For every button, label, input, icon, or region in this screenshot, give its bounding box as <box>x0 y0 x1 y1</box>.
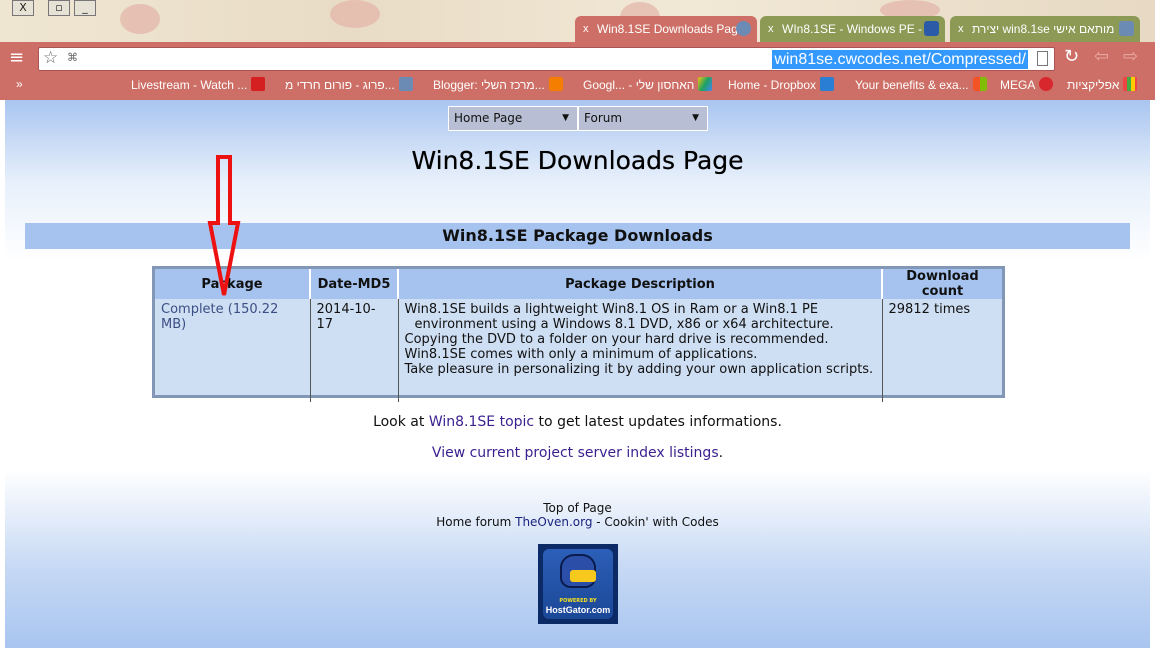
restore-window-button[interactable]: ▫ <box>48 0 70 16</box>
bookmark-label: אפליקציות <box>1067 78 1120 92</box>
description-cell: Win8.1SE builds a lightweight Win8.1 OS … <box>397 299 882 402</box>
browser-toolbar: ≡ ☆ ⌘ win81se.cwcodes.net/Compressed/ ↻ … <box>0 42 1155 100</box>
description-line: Take pleasure in personalizing it by add… <box>404 362 874 377</box>
close-window-button[interactable]: X <box>12 0 34 16</box>
column-header: Download count <box>881 269 1002 299</box>
tab-label: WIn8.1SE - Windows PE - <box>782 22 923 36</box>
nav-menu: Home Page ▼ Forum ▼ <box>448 106 708 131</box>
page-icon <box>1037 51 1048 66</box>
bookmark[interactable]: MEGA <box>1000 77 1054 92</box>
bookmark-label: פרוג - פורום חרדי מ... <box>285 78 395 92</box>
tab-label: יצירת win8.1se מותאם אישי <box>972 22 1115 36</box>
column-header: Package Description <box>397 269 882 299</box>
close-icon[interactable]: x <box>958 16 964 42</box>
globe-icon <box>736 21 751 36</box>
microsoft-icon <box>972 77 987 91</box>
blogger-icon <box>548 77 563 91</box>
back-icon[interactable]: ⇦ <box>1094 46 1109 67</box>
bookmark-label: Livestream - Watch ... <box>131 78 248 92</box>
info-post: to get latest updates informations. <box>534 414 782 430</box>
description-line: Win8.1SE comes with only a minimum of ap… <box>404 347 758 362</box>
reload-icon[interactable]: ↻ <box>1064 46 1079 67</box>
red-arrow-annotation <box>207 155 241 296</box>
description-line: Copying the DVD to a folder on your hard… <box>404 332 829 347</box>
description-line: Win8.1SE builds a lightweight Win8.1 OS … <box>404 302 819 317</box>
title-bar: X ▫ _ x Win8.1SE Downloads Page x WIn8.1SE… <box>0 0 1155 42</box>
table-header-row: Package Date-MD5 Package Description Dow… <box>155 269 1002 299</box>
home-page-dropdown[interactable]: Home Page ▼ <box>449 107 577 130</box>
bookmark-label: Blogger: מרכז השלי... <box>433 78 545 92</box>
listing-post: . <box>718 445 724 461</box>
tab-label: Win8.1SE Downloads Page <box>597 22 745 36</box>
address-bar[interactable]: ☆ ⌘ win81se.cwcodes.net/Compressed/ <box>38 47 1055 71</box>
info-text: Look at Win8.1SE topic to get latest upd… <box>5 414 1150 430</box>
hostgator-badge[interactable]: POWERED BY HostGator.com <box>538 544 618 624</box>
footer-top: Top of Page <box>5 501 1150 515</box>
bookmark[interactable]: Home - Dropbox <box>728 77 835 92</box>
tab[interactable]: x WIn8.1SE - Windows PE - <box>760 16 945 42</box>
topic-link[interactable]: Win8.1SE topic <box>429 414 534 430</box>
description-line: environment using a Windows 8.1 DVD, x86… <box>414 317 834 332</box>
listing-text: View current project server index listin… <box>5 445 1150 461</box>
close-icon[interactable]: x <box>583 16 589 42</box>
downloads-table: Package Date-MD5 Package Description Dow… <box>152 266 1005 402</box>
badge-powered: POWERED BY <box>559 598 597 604</box>
close-icon[interactable]: x <box>768 16 774 42</box>
site-icon <box>398 77 413 91</box>
theoven-link[interactable]: TheOven.org <box>515 515 592 529</box>
section-header: Win8.1SE Package Downloads <box>25 223 1130 249</box>
package-download-link[interactable]: Complete (150.22 MB) <box>161 302 278 332</box>
footer-tagline: - Cookin' with Codes <box>592 515 719 529</box>
forum-dropdown[interactable]: Forum ▼ <box>579 107 707 130</box>
badge-brand: HostGator.com <box>545 605 611 615</box>
tab[interactable]: x יצירת win8.1se מותאם אישי <box>950 16 1140 42</box>
home-forum-link[interactable]: Home forum <box>436 515 515 529</box>
table-row: Complete (150.22 MB) 2014-10-17 Win8.1SE… <box>155 299 1002 402</box>
dropbox-icon <box>820 77 835 91</box>
bookmark[interactable]: Livestream - Watch ... <box>131 77 266 92</box>
top-of-page-link[interactable]: Top of Page <box>543 501 612 515</box>
bookmark[interactable]: פרוג - פורום חרדי מ... <box>285 77 413 92</box>
mega-icon <box>1039 77 1054 91</box>
bookmark-label: MEGA <box>1000 78 1036 92</box>
date-cell: 2014-10-17 <box>309 299 398 402</box>
page-title: Win8.1SE Downloads Page <box>411 146 744 175</box>
gator-logo-icon <box>560 554 596 588</box>
bookmark[interactable]: Googl... - האחסון שלי <box>583 77 713 92</box>
page-content: Home Page ▼ Forum ▼ Win8.1SE Downloads Pag… <box>5 100 1150 648</box>
bookmark[interactable]: Blogger: מרכז השלי... <box>433 77 563 92</box>
drive-icon <box>698 77 713 91</box>
dropdown-label: Home Page <box>454 111 523 125</box>
star-icon[interactable]: ☆ <box>43 48 58 68</box>
site-icon <box>1119 21 1134 36</box>
bookmarks-overflow[interactable]: » <box>16 77 23 91</box>
menu-icon[interactable]: ≡ <box>9 49 24 67</box>
listing-link[interactable]: View current project server index listin… <box>432 445 719 461</box>
url-text[interactable]: win81se.cwcodes.net/Compressed/ <box>772 50 1028 69</box>
minimize-window-button[interactable]: _ <box>74 0 96 16</box>
column-header: Date-MD5 <box>309 269 398 299</box>
tab-active[interactable]: x Win8.1SE Downloads Page <box>575 16 757 42</box>
count-cell: 29812 times <box>881 299 1002 402</box>
footer-home: Home forum TheOven.org - Cookin' with Co… <box>5 515 1150 529</box>
site-icon <box>924 21 939 36</box>
forward-icon[interactable]: ⇨ <box>1123 46 1138 67</box>
bookmark[interactable]: Your benefits & exa... <box>855 77 987 92</box>
bookmark-apps[interactable]: אפליקציות <box>1067 77 1138 92</box>
chevron-down-icon: ▼ <box>562 113 569 123</box>
translate-icon[interactable]: ⌘ <box>67 51 78 64</box>
livestream-icon <box>251 77 266 91</box>
info-pre: Look at <box>373 414 429 430</box>
chevron-down-icon: ▼ <box>692 113 699 123</box>
bookmark-label: Googl... - האחסון שלי <box>583 78 695 92</box>
apps-icon <box>1123 77 1138 91</box>
bookmark-label: Your benefits & exa... <box>855 78 969 92</box>
dropdown-label: Forum <box>584 111 623 125</box>
bookmark-label: Home - Dropbox <box>728 78 817 92</box>
